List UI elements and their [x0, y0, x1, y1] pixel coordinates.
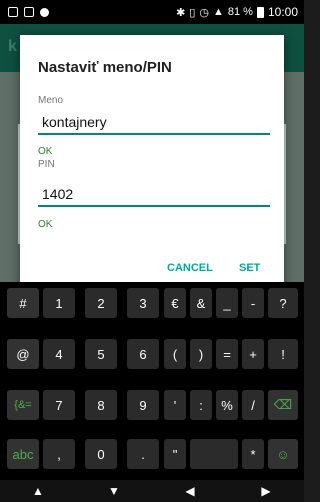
key-apostrophe[interactable]: ' [164, 390, 186, 420]
pin-label: PIN [38, 159, 55, 170]
key-7[interactable]: 7 [43, 390, 75, 420]
pin-value: 1402 [42, 186, 74, 202]
key-quote[interactable]: " [164, 439, 186, 469]
set-button[interactable]: SET [239, 262, 260, 274]
key-question[interactable]: ? [268, 288, 298, 318]
key-3[interactable]: 3 [127, 288, 159, 318]
status-bar: ✱ ▯ ◷ ▲ 81 % 10:00 [0, 0, 304, 24]
key-space[interactable] [190, 439, 238, 469]
clock: 10:00 [267, 5, 298, 19]
key-ampersand[interactable]: & [190, 288, 212, 318]
enter-emoji-icon[interactable]: ☺ [268, 439, 298, 469]
key-paren-open[interactable]: ( [164, 339, 186, 369]
name-label: Meno [38, 95, 64, 106]
key-5[interactable]: 5 [85, 339, 117, 369]
keyboard: # 1 2 3 € & _ - ? @ 4 5 6 ( ) = + ! {&= … [0, 282, 304, 502]
name-ok-status: OK [38, 146, 53, 157]
key-asterisk[interactable]: * [242, 439, 264, 469]
arrow-left-icon[interactable]: ◀ [152, 480, 228, 502]
backspace-icon[interactable]: ⌫ [268, 390, 298, 420]
image-icon [24, 7, 34, 17]
arrow-right-icon[interactable]: ▶ [228, 480, 304, 502]
signal-icon: ▲ [213, 6, 224, 18]
key-8[interactable]: 8 [85, 390, 117, 420]
battery-percent: 81 % [227, 6, 253, 18]
key-9[interactable]: 9 [127, 390, 159, 420]
key-at[interactable]: @ [7, 339, 39, 369]
key-euro[interactable]: € [164, 288, 186, 318]
key-exclamation[interactable]: ! [268, 339, 298, 369]
key-2[interactable]: 2 [85, 288, 117, 318]
screenshot-icon [8, 7, 18, 17]
key-hash[interactable]: # [7, 288, 39, 318]
alarm-icon: ◷ [199, 6, 209, 19]
name-field[interactable]: kontajnery [38, 111, 270, 135]
bluetooth-icon: ✱ [176, 6, 186, 19]
key-comma[interactable]: , [43, 439, 75, 469]
notification-icon [40, 7, 49, 17]
app-title-glyph: k [8, 38, 17, 55]
key-plus[interactable]: + [242, 339, 264, 369]
key-period[interactable]: . [127, 439, 159, 469]
name-value: kontajnery [42, 114, 107, 130]
key-colon[interactable]: : [190, 390, 212, 420]
cancel-button[interactable]: CANCEL [167, 262, 213, 274]
key-slash[interactable]: / [242, 390, 264, 420]
dialog-title: Nastaviť meno/PIN [38, 59, 172, 76]
key-minus[interactable]: - [242, 288, 264, 318]
key-underscore[interactable]: _ [216, 288, 238, 318]
key-paren-close[interactable]: ) [190, 339, 212, 369]
pin-ok-status: OK [38, 219, 53, 230]
vibrate-icon: ▯ [189, 6, 196, 19]
key-6[interactable]: 6 [127, 339, 159, 369]
battery-icon [256, 6, 264, 18]
pin-field[interactable]: 1402 [38, 183, 270, 207]
key-4[interactable]: 4 [43, 339, 75, 369]
key-equals[interactable]: = [216, 339, 238, 369]
key-0[interactable]: 0 [85, 439, 117, 469]
arrow-down-icon[interactable]: ▼ [76, 480, 152, 502]
key-symbols[interactable]: {&= [7, 390, 39, 420]
key-percent[interactable]: % [216, 390, 238, 420]
arrow-up-icon[interactable]: ▲ [0, 480, 76, 502]
set-name-pin-dialog: Nastaviť meno/PIN Meno kontajnery OK PIN… [20, 35, 284, 289]
key-1[interactable]: 1 [43, 288, 75, 318]
key-abc[interactable]: abc [7, 439, 39, 469]
